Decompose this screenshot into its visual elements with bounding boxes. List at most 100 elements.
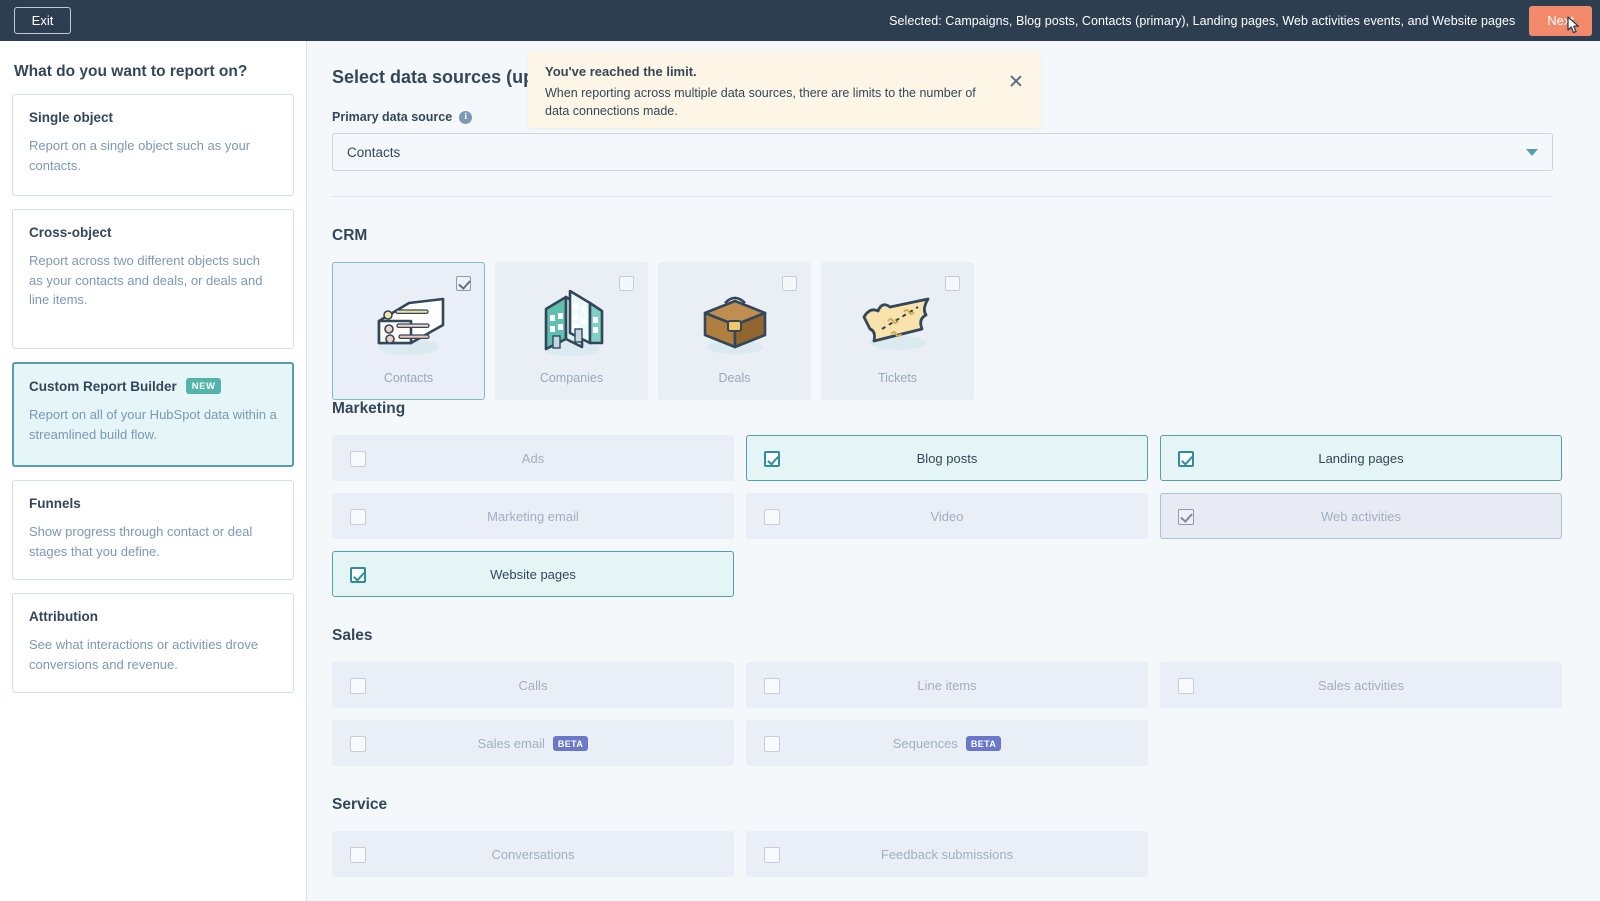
checkbox[interactable] [350,678,366,694]
exit-button[interactable]: Exit [14,7,71,34]
card-description: See what interactions or activities drov… [29,635,277,674]
data-source-row-landing-pages[interactable]: Landing pages [1160,435,1562,481]
report-type-card-funnels[interactable]: Funnels Show progress through contact or… [12,480,294,580]
checkbox[interactable] [764,736,780,752]
data-source-row-line-items[interactable]: Line items [746,662,1148,708]
row-label: Marketing email [487,509,579,524]
data-source-row-feedback-submissions[interactable]: Feedback submissions [746,831,1148,877]
card-header: Single object [29,110,277,125]
row-label: Blog posts [917,451,978,466]
card-description: Show progress through contact or deal st… [29,522,277,561]
data-source-row-sales-email[interactable]: Sales emailBETA [332,720,734,766]
sidebar-title: What do you want to report on? [14,63,294,81]
checkbox[interactable] [619,276,634,291]
row-label-wrap: Calls [333,678,733,693]
checkbox[interactable] [456,276,471,291]
report-type-card-cross-object[interactable]: Cross-object Report across two different… [12,209,294,349]
row-label: Calls [519,678,548,693]
checkbox[interactable] [1178,451,1194,467]
card-title: Single object [29,110,113,125]
group-title-marketing: Marketing [332,400,1568,418]
checkbox[interactable] [350,509,366,525]
row-label: Video [930,509,963,524]
row-label: Ads [522,451,544,466]
card-header: Attribution [29,609,277,624]
data-source-row-blog-posts[interactable]: Blog posts [746,435,1148,481]
checkbox[interactable] [350,847,366,863]
card-title: Funnels [29,496,81,511]
primary-data-source-select[interactable]: Contacts [332,133,1553,171]
service-option-rows: Conversations Feedback submissions [332,831,1562,877]
contacts-illustration [363,281,455,363]
checkbox[interactable] [350,567,366,583]
card-header: Funnels [29,496,277,511]
data-source-row-video[interactable]: Video [746,493,1148,539]
checkbox[interactable] [350,736,366,752]
report-type-list: Single object Report on a single object … [12,94,294,693]
card-header: Custom Report Builder NEW [29,378,277,394]
checkbox[interactable] [782,276,797,291]
beta-badge: BETA [966,736,1001,751]
data-source-row-conversations[interactable]: Conversations [332,831,734,877]
alert-body: When reporting across multiple data sour… [545,84,985,121]
data-source-tile-tickets[interactable]: Tickets [821,262,974,400]
report-type-card-attribution[interactable]: Attribution See what interactions or act… [12,593,294,693]
companies-illustration [526,281,618,363]
next-button-label: Next [1547,13,1574,28]
checkbox[interactable] [764,509,780,525]
checkbox[interactable] [1178,509,1194,525]
data-source-row-marketing-email[interactable]: Marketing email [332,493,734,539]
group-title-sales: Sales [332,627,1568,645]
top-bar: Exit Selected: Campaigns, Blog posts, Co… [0,0,1600,41]
row-label-wrap: Feedback submissions [747,847,1147,862]
row-label: Line items [917,678,976,693]
report-type-card-single-object[interactable]: Single object Report on a single object … [12,94,294,196]
checkbox[interactable] [350,451,366,467]
row-label-wrap: Marketing email [333,509,733,524]
row-label: Web activities [1321,509,1401,524]
row-label: Feedback submissions [881,847,1013,862]
data-source-row-web-activities[interactable]: Web activities [1160,493,1562,539]
data-source-row-calls[interactable]: Calls [332,662,734,708]
data-source-tile-deals[interactable]: Deals [658,262,811,400]
tile-label: Contacts [384,371,433,385]
data-source-row-sequences[interactable]: Sequences BETA [746,720,1148,766]
row-label: Conversations [491,847,574,862]
row-label: Landing pages [1318,451,1403,466]
card-title: Custom Report Builder [29,379,177,394]
tile-label: Tickets [878,371,917,385]
card-title: Cross-object [29,225,112,240]
card-title: Attribution [29,609,98,624]
group-title-service: Service [332,796,1568,814]
selected-summary-text: Selected: Campaigns, Blog posts, Contact… [889,14,1515,28]
tickets-illustration [852,281,944,363]
next-button[interactable]: Next [1529,6,1592,36]
data-source-groups: CRM Contacts [332,227,1568,877]
row-label-wrap: Sales activities [1161,678,1561,693]
limit-alert: You've reached the limit. When reporting… [528,51,1041,128]
row-label: Sequences [893,736,958,751]
card-description: Report on all of your HubSpot data withi… [29,405,277,444]
row-label: Sales email [478,736,545,751]
contacts-illustration [363,281,455,363]
checkbox[interactable] [1178,678,1194,694]
checkbox[interactable] [764,847,780,863]
data-source-tile-contacts[interactable]: Contacts [332,262,485,400]
data-source-tile-companies[interactable]: Companies [495,262,648,400]
row-label: Website pages [490,567,576,582]
report-type-card-custom-report-builder[interactable]: Custom Report Builder NEW Report on all … [12,362,294,467]
data-source-row-sales-activities[interactable]: Sales activities [1160,662,1562,708]
row-label-wrap: Web activities [1161,509,1561,524]
row-label-wrap: Ads [333,451,733,466]
checkbox[interactable] [764,678,780,694]
data-source-row-ads[interactable]: Ads [332,435,734,481]
row-label-wrap: Blog posts [747,451,1147,466]
row-label-wrap: Sales emailBETA [333,736,733,751]
checkbox[interactable] [945,276,960,291]
info-icon[interactable]: i [459,111,472,124]
data-source-row-website-pages[interactable]: Website pages [332,551,734,597]
row-label-wrap: Website pages [333,567,733,582]
close-icon[interactable] [1008,73,1024,89]
tile-label: Companies [540,371,603,385]
checkbox[interactable] [764,451,780,467]
